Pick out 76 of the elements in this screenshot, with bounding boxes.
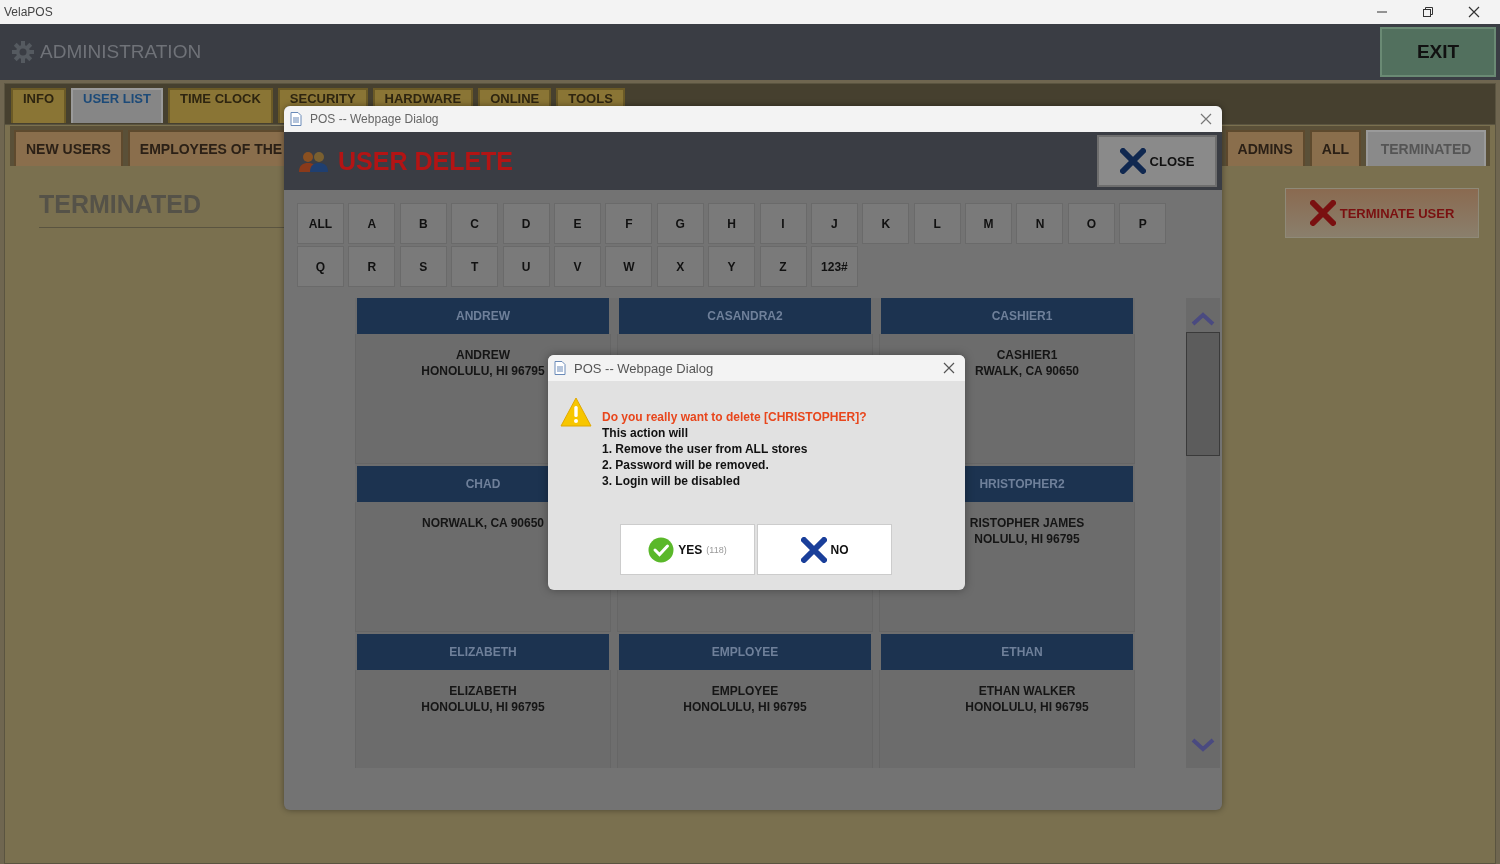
document-icon [554,361,566,375]
letter-button[interactable]: R [348,246,396,287]
tab[interactable]: INFO [11,88,67,123]
card-header[interactable]: CASHIER1 [881,298,1133,334]
letter-button[interactable]: Q [297,246,344,287]
card-text: EMPLOYEE [711,683,779,699]
card-text: HONOLULU, HI 96795 [965,699,1089,715]
dialog-heading: USER DELETE [338,146,514,176]
card-text: ETHAN WALKER [978,683,1076,699]
letter-button[interactable]: 123# [810,246,858,287]
letter-button[interactable]: Z [759,246,807,287]
close-button[interactable]: CLOSE [1097,135,1217,187]
subtab[interactable]: ADMINS [1225,130,1305,166]
card-header[interactable]: CASANDRA2 [619,298,871,334]
subtab[interactable]: NEW USERS [14,130,123,166]
letter-button[interactable]: C [451,203,499,244]
window-title: VelaPOS [4,5,53,19]
document-icon [290,112,302,126]
scroll-thumb[interactable] [1186,332,1220,456]
card-header[interactable]: ANDREW [357,298,609,334]
letter-button[interactable]: T [451,246,499,287]
letter-button[interactable]: N [1016,203,1064,244]
card-header[interactable]: ETHAN [881,634,1133,670]
gear-icon [12,41,34,63]
card-text: ELIZABETH [449,683,517,699]
letter-button[interactable]: U [502,246,550,287]
letter-button[interactable]: A [348,203,396,244]
card-header[interactable]: ELIZABETH [357,634,609,670]
card-body[interactable]: ETHAN WALKER HONOLULU, HI 96795 [879,670,1135,768]
no-button[interactable]: NO [757,524,892,575]
letter-button[interactable]: V [553,246,601,287]
warning-icon [560,397,592,427]
tab[interactable]: TIME CLOCK [167,88,273,123]
card-text: HONOLULU, HI 96795 [421,699,545,715]
card-text: ANDREW [456,347,510,363]
close-icon[interactable] [943,362,955,374]
letter-button[interactable]: K [862,203,910,244]
card-text: NORWALK, CA 90650 [421,515,544,531]
close-icon[interactable] [1468,6,1480,18]
letter-button[interactable]: H [708,203,756,244]
tab[interactable]: USER LIST [71,88,163,123]
card-text: CASHIER1 [996,347,1058,363]
letter-button[interactable]: O [1067,203,1115,244]
letter-button[interactable]: F [605,203,653,244]
x-icon [1119,148,1146,174]
letter-button[interactable]: W [605,246,653,287]
letter-button[interactable]: S [399,246,447,287]
card-text: RWALK, CA 90650 [974,363,1079,379]
card-body[interactable]: EMPLOYEE HONOLULU, HI 96795 [617,670,873,768]
letter-button[interactable]: L [913,203,961,244]
letter-button[interactable]: M [965,203,1013,244]
card-text: HONOLULU, HI 96795 [421,363,545,379]
letter-button[interactable]: G [656,203,704,244]
letter-button[interactable]: Y [708,246,756,287]
x-icon [1309,200,1336,226]
letter-button[interactable]: I [759,203,807,244]
card-text: HONOLULU, HI 96795 [683,699,807,715]
x-icon [800,536,827,563]
exit-button[interactable]: EXIT [1380,27,1496,77]
letter-button[interactable]: D [502,203,550,244]
letter-button[interactable]: ALL [297,203,344,244]
yes-button[interactable]: YES (118) [620,524,755,575]
letter-button[interactable]: X [656,246,704,287]
card-text: NOLULU, HI 96795 [974,531,1080,547]
letter-button[interactable]: J [810,203,858,244]
terminate-user-button[interactable]: TERMINATE USER [1285,188,1479,238]
card-header[interactable]: EMPLOYEE [619,634,871,670]
restore-icon[interactable] [1422,6,1434,18]
letter-button[interactable]: B [399,203,447,244]
check-icon [648,536,675,563]
card-body[interactable]: ELIZABETH HONOLULU, HI 96795 [355,670,611,768]
card-text: RISTOPHER JAMES [969,515,1085,531]
letter-button[interactable]: P [1119,203,1167,244]
letter-button[interactable]: E [553,203,601,244]
subtab[interactable]: ALL [1309,130,1361,166]
users-icon [298,149,330,173]
